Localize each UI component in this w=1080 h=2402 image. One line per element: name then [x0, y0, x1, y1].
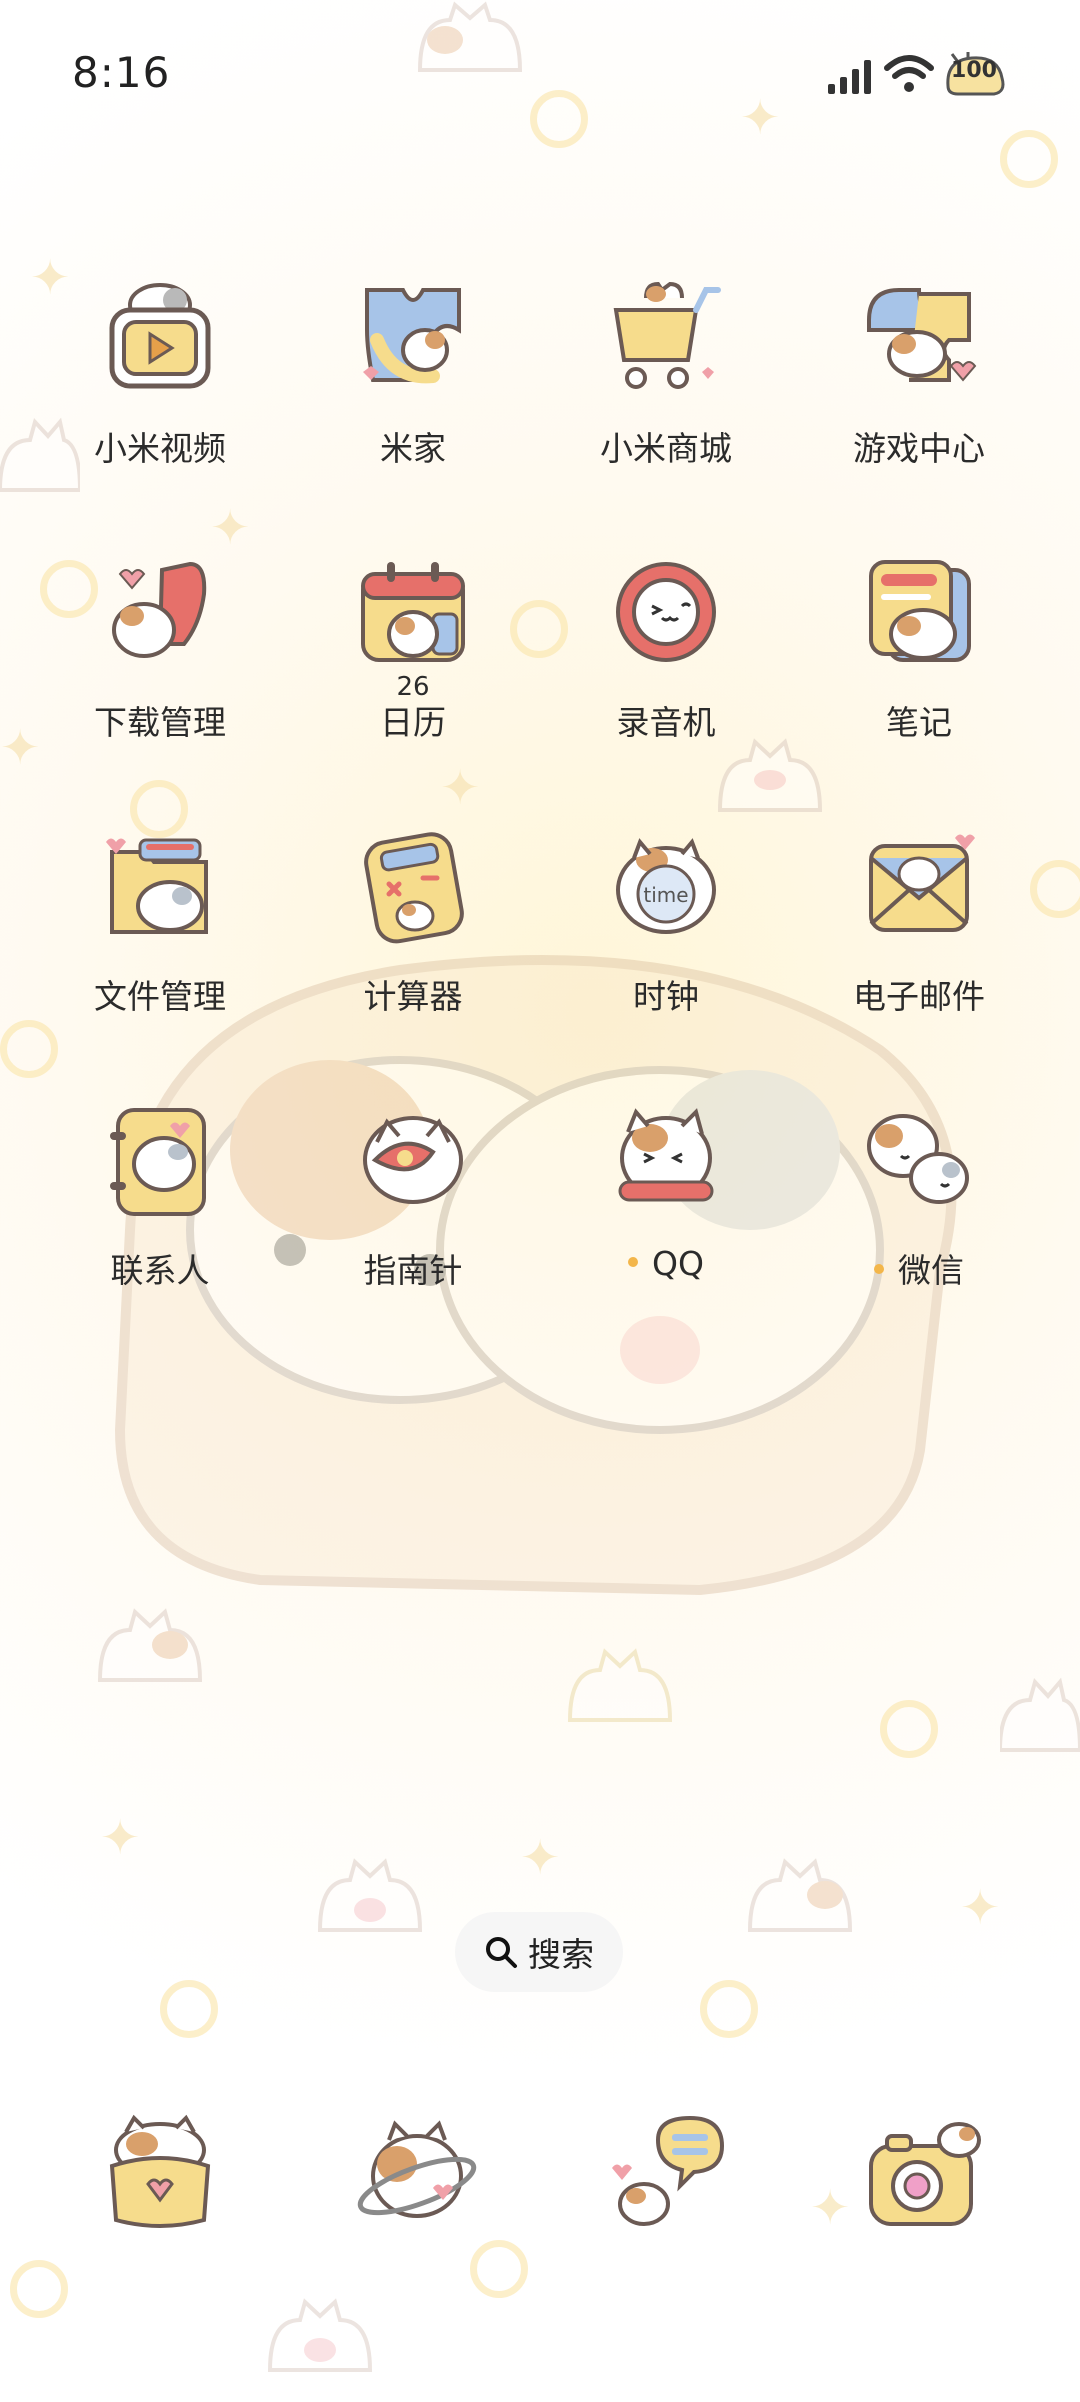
wallpaper-cat-icon — [747, 1858, 853, 1932]
recorder-icon — [616, 562, 716, 662]
wallpaper-cat-icon — [97, 1608, 203, 1682]
mail-icon — [869, 834, 975, 932]
calendar-icon — [361, 562, 465, 662]
app-recorder[interactable]: 录音机 — [556, 554, 776, 774]
app-label: 计算器 — [363, 977, 463, 1016]
signal-icon — [828, 60, 871, 94]
app-label: 小米商城 — [600, 429, 732, 468]
wallpaper-star-icon: ✦ — [960, 1880, 1001, 1936]
app-label: 下载管理 — [94, 703, 226, 742]
browser-icon[interactable] — [351, 2110, 481, 2240]
clock-icon-text: time — [643, 883, 688, 907]
app-label: QQ — [556, 1244, 776, 1283]
wallpaper-swirl-icon — [880, 1700, 938, 1758]
compass-icon — [363, 1116, 463, 1204]
search-label: 搜索 — [528, 1935, 594, 1974]
app-wechat[interactable]: 微信 — [809, 1102, 1029, 1322]
wallpaper-swirl-icon — [160, 1980, 218, 2038]
app-notes[interactable]: 笔记 — [809, 554, 1029, 774]
download-icon — [112, 561, 207, 658]
folder-icon — [106, 838, 208, 934]
app-label: 电子邮件 — [853, 977, 985, 1016]
qq-icon — [618, 1108, 714, 1202]
app-label: 游戏中心 — [853, 429, 985, 468]
app-xiaomi-mall[interactable]: 小米商城 — [556, 280, 776, 500]
wallpaper-star-icon: ✦ — [0, 720, 41, 776]
app-contacts[interactable]: 联系人 — [50, 1102, 270, 1322]
search-button[interactable]: 搜索 — [455, 1912, 623, 1992]
app-email[interactable]: 电子邮件 — [809, 828, 1029, 1048]
wallpaper-swirl-icon — [470, 2240, 528, 2298]
wechat-icon — [867, 1114, 969, 1204]
clock-icon: time — [616, 838, 716, 934]
wallpaper-star-icon: ✦ — [520, 1830, 561, 1886]
wallpaper-cat-icon — [267, 2298, 373, 2372]
wallpaper-star-icon: ✦ — [810, 2180, 851, 2236]
wifi-icon — [884, 55, 934, 92]
app-label: 笔记 — [886, 703, 952, 742]
app-compass[interactable]: 指南针 — [303, 1102, 523, 1322]
app-game-center[interactable]: 游戏中心 — [809, 280, 1029, 500]
app-label: 联系人 — [110, 1251, 210, 1290]
app-label-text: 微信 — [898, 1251, 964, 1290]
messages-icon[interactable] — [606, 2110, 736, 2240]
contacts-icon — [110, 1108, 206, 1216]
wallpaper-cat-icon — [567, 1648, 673, 1722]
app-label: 微信 — [809, 1244, 1029, 1292]
app-label: 文件管理 — [94, 977, 226, 1016]
wallpaper-swirl-icon — [10, 2260, 68, 2318]
phone-icon[interactable] — [96, 2110, 226, 2240]
status-bar: 8:16 100 — [0, 0, 1080, 150]
app-calendar[interactable]: 26 日历 — [303, 554, 523, 774]
home-icon — [363, 288, 461, 384]
app-label-text: QQ — [652, 1244, 704, 1283]
app-label: 日历 — [380, 703, 446, 742]
app-label: 录音机 — [616, 703, 716, 742]
app-calculator[interactable]: 计算器 — [303, 828, 523, 1048]
video-icon — [109, 283, 211, 389]
calculator-icon — [364, 832, 464, 944]
wallpaper-swirl-icon — [700, 1980, 758, 2038]
notes-icon — [869, 560, 971, 662]
app-mijia[interactable]: 米家 — [303, 280, 523, 500]
app-file-manager[interactable]: 文件管理 — [50, 828, 270, 1048]
app-label: 小米视频 — [94, 429, 226, 468]
new-notification-dot — [874, 1263, 884, 1274]
wallpaper-star-icon: ✦ — [210, 500, 251, 556]
battery-level: 100 — [951, 58, 997, 83]
search-icon — [486, 1937, 517, 1968]
app-clock[interactable]: time 时钟 — [556, 828, 776, 1048]
battery-icon: 100 — [944, 52, 1010, 98]
status-time: 8:16 — [72, 48, 171, 97]
app-label: 米家 — [380, 429, 446, 468]
shopping-cart-icon — [613, 281, 721, 389]
app-download-manager[interactable]: 下载管理 — [50, 554, 270, 774]
new-notification-dot — [628, 1256, 639, 1267]
wallpaper-cat-icon — [1000, 1677, 1080, 1752]
wallpaper-star-icon: ✦ — [100, 1810, 141, 1866]
app-xiaomi-video[interactable]: 小米视频 — [50, 280, 270, 500]
app-label: 指南针 — [363, 1251, 463, 1290]
app-label: 时钟 — [633, 977, 699, 1016]
app-qq[interactable]: QQ — [556, 1102, 776, 1322]
camera-icon[interactable] — [861, 2110, 991, 2240]
wallpaper-swirl-icon — [1030, 860, 1080, 918]
puzzle-icon — [867, 288, 977, 382]
wallpaper-cat-icon — [317, 1858, 423, 1932]
